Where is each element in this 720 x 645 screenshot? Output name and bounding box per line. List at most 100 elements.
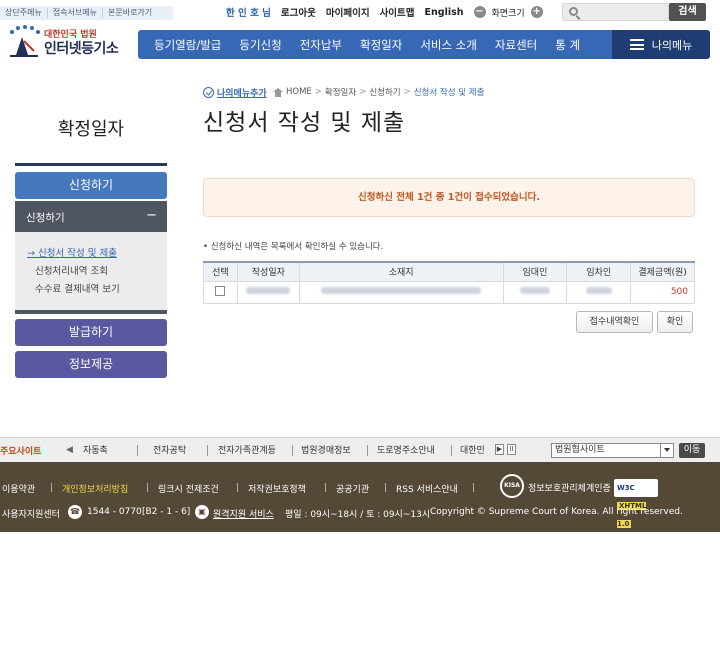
site-logo[interactable]: 대한민국 법원 인터넷등기소 bbox=[6, 25, 136, 61]
col-address: 소재지 bbox=[298, 262, 504, 282]
home-icon bbox=[273, 87, 283, 97]
nav-registry-apply[interactable]: 등기신청 bbox=[230, 37, 290, 53]
col-date: 작성일자 bbox=[236, 262, 300, 282]
footer-separator: | bbox=[384, 483, 388, 493]
prev-arrow-icon[interactable]: ◀ bbox=[66, 445, 73, 455]
skip-link-content[interactable]: 본문바로가기 bbox=[103, 8, 157, 18]
court-emblem-icon bbox=[10, 25, 40, 57]
zoom-out-icon[interactable]: − bbox=[473, 6, 486, 18]
nav-data-center[interactable]: 자료센터 bbox=[486, 37, 546, 53]
related-sites-select[interactable]: 법원협사이트 bbox=[551, 443, 674, 458]
receipt-history-button[interactable]: 접수내역확인 bbox=[576, 311, 653, 333]
row-checkbox[interactable] bbox=[215, 285, 226, 296]
nav-e-payment[interactable]: 전자납부 bbox=[291, 37, 351, 53]
main-navigation: 등기열람/발급 등기신청 전자납부 확정일자 서비스 소개 자료센터 통 계 나… bbox=[138, 30, 710, 59]
site-divider bbox=[207, 445, 208, 456]
site-divider bbox=[367, 445, 368, 456]
nav-service-intro[interactable]: 서비스 소개 bbox=[411, 37, 486, 53]
footer: 이용약관 | 개인정보처리방침 | 링크시 전제조건 | 저작권보호정책 | 공… bbox=[0, 462, 720, 532]
support-hours: 평일 : 09시~18시 / 토 : 09시~13시 bbox=[285, 510, 431, 520]
col-amount: 결제금액(원) bbox=[630, 262, 695, 282]
sidebar-submenu-header[interactable]: 신청하기 − bbox=[15, 201, 167, 232]
sidebar-item-info[interactable]: 정보제공 bbox=[15, 351, 167, 378]
pause-icon[interactable]: II bbox=[507, 444, 516, 455]
my-menu-button[interactable]: 나의메뉴 bbox=[612, 30, 710, 59]
footer-copyright-policy[interactable]: 저작권보호정책 bbox=[248, 482, 306, 495]
site-link[interactable]: 전자공탁 bbox=[153, 443, 186, 456]
sidebar-item-write-submit[interactable]: → 신청서 작성 및 제출 bbox=[27, 245, 117, 259]
hamburger-icon bbox=[629, 39, 644, 50]
page-title: 신청서 작성 및 제출 bbox=[203, 110, 406, 136]
english-link[interactable]: English bbox=[425, 7, 464, 18]
site-link[interactable]: 도로명주소안내 bbox=[377, 443, 435, 456]
sidebar-item-history[interactable]: 신청처리내역 조회 bbox=[35, 263, 108, 277]
footer-separator: | bbox=[50, 483, 54, 493]
sidebar-item-issue[interactable]: 발급하기 bbox=[15, 319, 167, 346]
remote-support-link[interactable]: 원격지원 서비스 bbox=[213, 507, 274, 520]
chevron-down-icon bbox=[660, 444, 673, 457]
zoom-label: 화면크기 bbox=[491, 8, 525, 19]
col-landlord: 임대인 bbox=[502, 262, 568, 282]
site-link[interactable]: 대한민 bbox=[460, 443, 485, 456]
remote-support-icon: ▣ bbox=[195, 505, 209, 519]
footer-separator: | bbox=[324, 483, 328, 493]
next-arrow-icon[interactable]: ▶ bbox=[495, 444, 504, 455]
support-center-label: 사용자지원센터 bbox=[2, 510, 60, 520]
confirm-button[interactable]: 확인 bbox=[657, 311, 693, 333]
w3c-badge-icon: W3C XHTML 1.0 bbox=[614, 479, 658, 528]
sidebar-title: 확정일자 bbox=[57, 119, 125, 140]
breadcrumb-current: 신청서 작성 및 제출 bbox=[413, 88, 485, 98]
logo-name: 인터넷등기소 bbox=[44, 41, 119, 57]
nav-registry-view[interactable]: 등기열람/발급 bbox=[138, 37, 230, 53]
breadcrumb-separator: > bbox=[314, 87, 322, 97]
info-text: • 신청하신 내역은 목록에서 확인하실 수 있습니다. bbox=[203, 242, 384, 252]
nav-statistics[interactable]: 통 계 bbox=[546, 37, 589, 53]
breadcrumb-separator: > bbox=[403, 87, 411, 97]
site-link[interactable]: 자동촉 bbox=[83, 443, 108, 456]
site-link[interactable]: 전자가족관계등 bbox=[218, 443, 276, 456]
footer-terms-link[interactable]: 이용약관 bbox=[2, 482, 35, 495]
site-link[interactable]: 법원경매정보 bbox=[301, 443, 351, 456]
go-button[interactable]: 이동 bbox=[679, 443, 705, 458]
copyright-text: Copyright © Supreme Court of Korea. All … bbox=[430, 507, 683, 517]
breadcrumb-home[interactable]: HOME bbox=[286, 87, 312, 97]
kisa-certification: 정보보호관리체계인증 bbox=[528, 484, 611, 494]
utility-bar: 한 인 호 님 로그아웃 마이페이지 사이트맵 English − 화면크기 + bbox=[226, 4, 543, 20]
result-notice: 신청하신 전체 1건 중 1건이 접수되었습니다. bbox=[203, 178, 695, 217]
row-checkbox-cell bbox=[203, 280, 238, 304]
site-divider bbox=[451, 445, 452, 456]
footer-separator: | bbox=[146, 483, 150, 493]
footer-separator: | bbox=[236, 483, 240, 493]
search-box bbox=[562, 3, 669, 21]
support-phone-option: [B2 - 1 - 6] bbox=[142, 507, 191, 517]
footer-separator: | bbox=[472, 483, 476, 493]
site-divider bbox=[137, 445, 138, 456]
footer-rss-link[interactable]: RSS 서비스안내 bbox=[396, 482, 458, 495]
footer-link-conditions[interactable]: 링크시 전제조건 bbox=[158, 482, 219, 495]
my-menu-label: 나의메뉴 bbox=[651, 38, 693, 52]
major-sites-label: 주요사이트 bbox=[0, 447, 42, 457]
add-my-menu[interactable]: 나의메뉴추가 bbox=[203, 86, 267, 99]
skip-link-main-menu[interactable]: 상단주메뉴 bbox=[0, 8, 48, 18]
sidebar-item-fee-history[interactable]: 수수료 결제내역 보기 bbox=[35, 281, 120, 295]
application-table: 선택 작성일자 소재지 임대인 임차인 결제금액(원) 500 bbox=[203, 261, 695, 304]
breadcrumb-separator: > bbox=[359, 87, 367, 97]
breadcrumb-fixed-date[interactable]: 확정일자 bbox=[325, 86, 356, 98]
nav-fixed-date[interactable]: 확정일자 bbox=[351, 37, 411, 53]
zoom-in-icon[interactable]: + bbox=[530, 6, 543, 18]
sidebar-item-apply[interactable]: 신청하기 bbox=[15, 172, 167, 199]
mypage-link[interactable]: 마이페이지 bbox=[326, 5, 370, 19]
sitemap-link[interactable]: 사이트맵 bbox=[380, 5, 415, 19]
sidebar-submenu-list: → 신청서 작성 및 제출 신청처리내역 조회 수수료 결제내역 보기 bbox=[15, 232, 167, 314]
search-button[interactable]: 검색 bbox=[669, 3, 706, 21]
breadcrumb-apply[interactable]: 신청하기 bbox=[369, 86, 400, 98]
related-sites-select-value: 법원협사이트 bbox=[555, 445, 605, 455]
col-select: 선택 bbox=[203, 262, 238, 282]
footer-public-agencies[interactable]: 공공기관 bbox=[336, 482, 369, 495]
phone-icon: ☎ bbox=[68, 505, 82, 519]
logout-link[interactable]: 로그아웃 bbox=[281, 5, 316, 19]
search-input[interactable] bbox=[585, 5, 665, 19]
skip-link-sub-menu[interactable]: 접속서브메뉴 bbox=[48, 8, 103, 18]
collapse-icon[interactable]: − bbox=[146, 208, 157, 223]
footer-privacy-link[interactable]: 개인정보처리방침 bbox=[62, 482, 128, 495]
